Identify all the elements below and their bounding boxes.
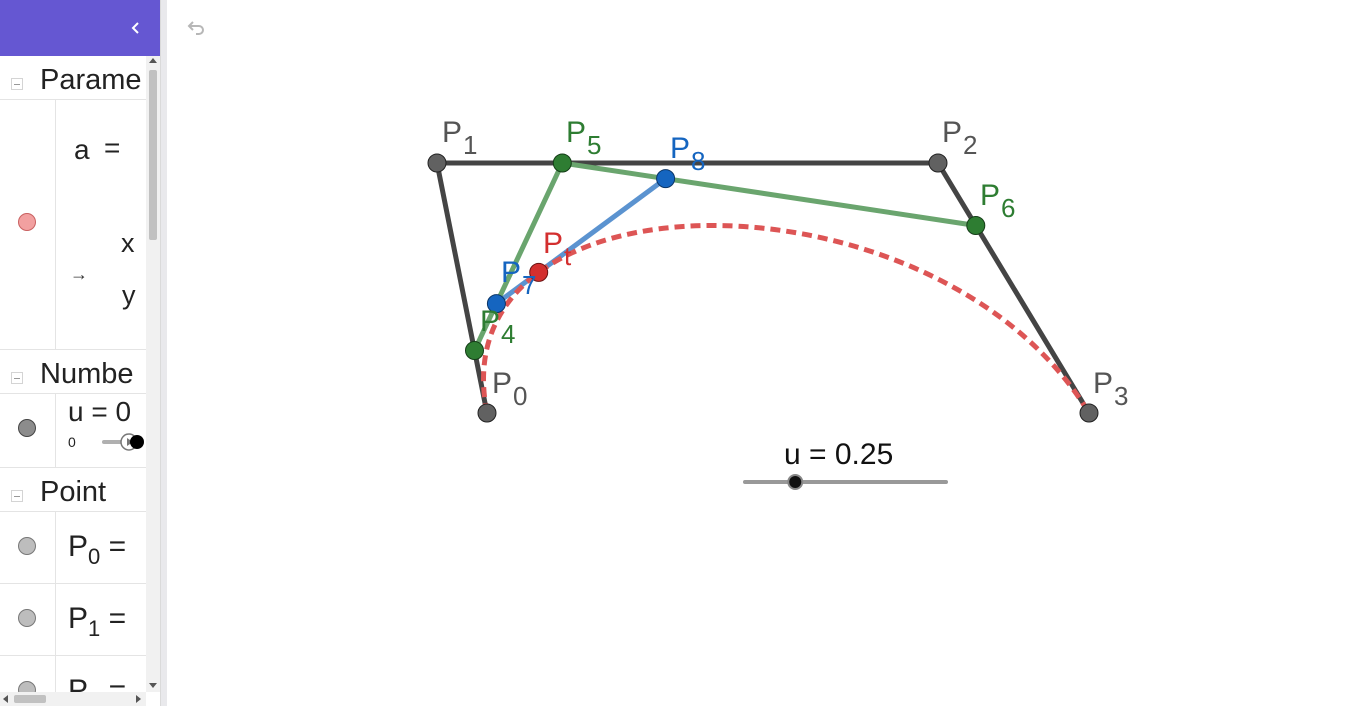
label-p8: P8 bbox=[670, 132, 706, 176]
label-p6: P6 bbox=[980, 179, 1016, 223]
bezier-curve bbox=[481, 223, 1092, 415]
label-p0: P0 bbox=[492, 367, 528, 411]
label-pt: Pt bbox=[543, 227, 572, 271]
point-p6[interactable] bbox=[966, 216, 986, 235]
point-p1[interactable] bbox=[427, 153, 447, 173]
label-p3: P3 bbox=[1093, 367, 1129, 411]
point-p2[interactable] bbox=[928, 153, 948, 173]
point-p5[interactable] bbox=[552, 153, 572, 173]
point-p0[interactable] bbox=[477, 403, 497, 423]
label-p2: P2 bbox=[942, 116, 978, 160]
point-p8[interactable] bbox=[656, 169, 676, 189]
label-p7: P7 bbox=[501, 256, 537, 300]
graphics-view bbox=[427, 153, 1099, 490]
u-slider-label: u = 0.25 bbox=[784, 438, 894, 471]
point-p3[interactable] bbox=[1079, 403, 1099, 423]
label-p4: P4 bbox=[480, 305, 516, 349]
label-p5: P5 bbox=[566, 116, 602, 160]
point-p4[interactable] bbox=[465, 341, 484, 360]
u-slider-thumb[interactable] bbox=[787, 474, 804, 490]
label-p1: P1 bbox=[442, 116, 478, 160]
